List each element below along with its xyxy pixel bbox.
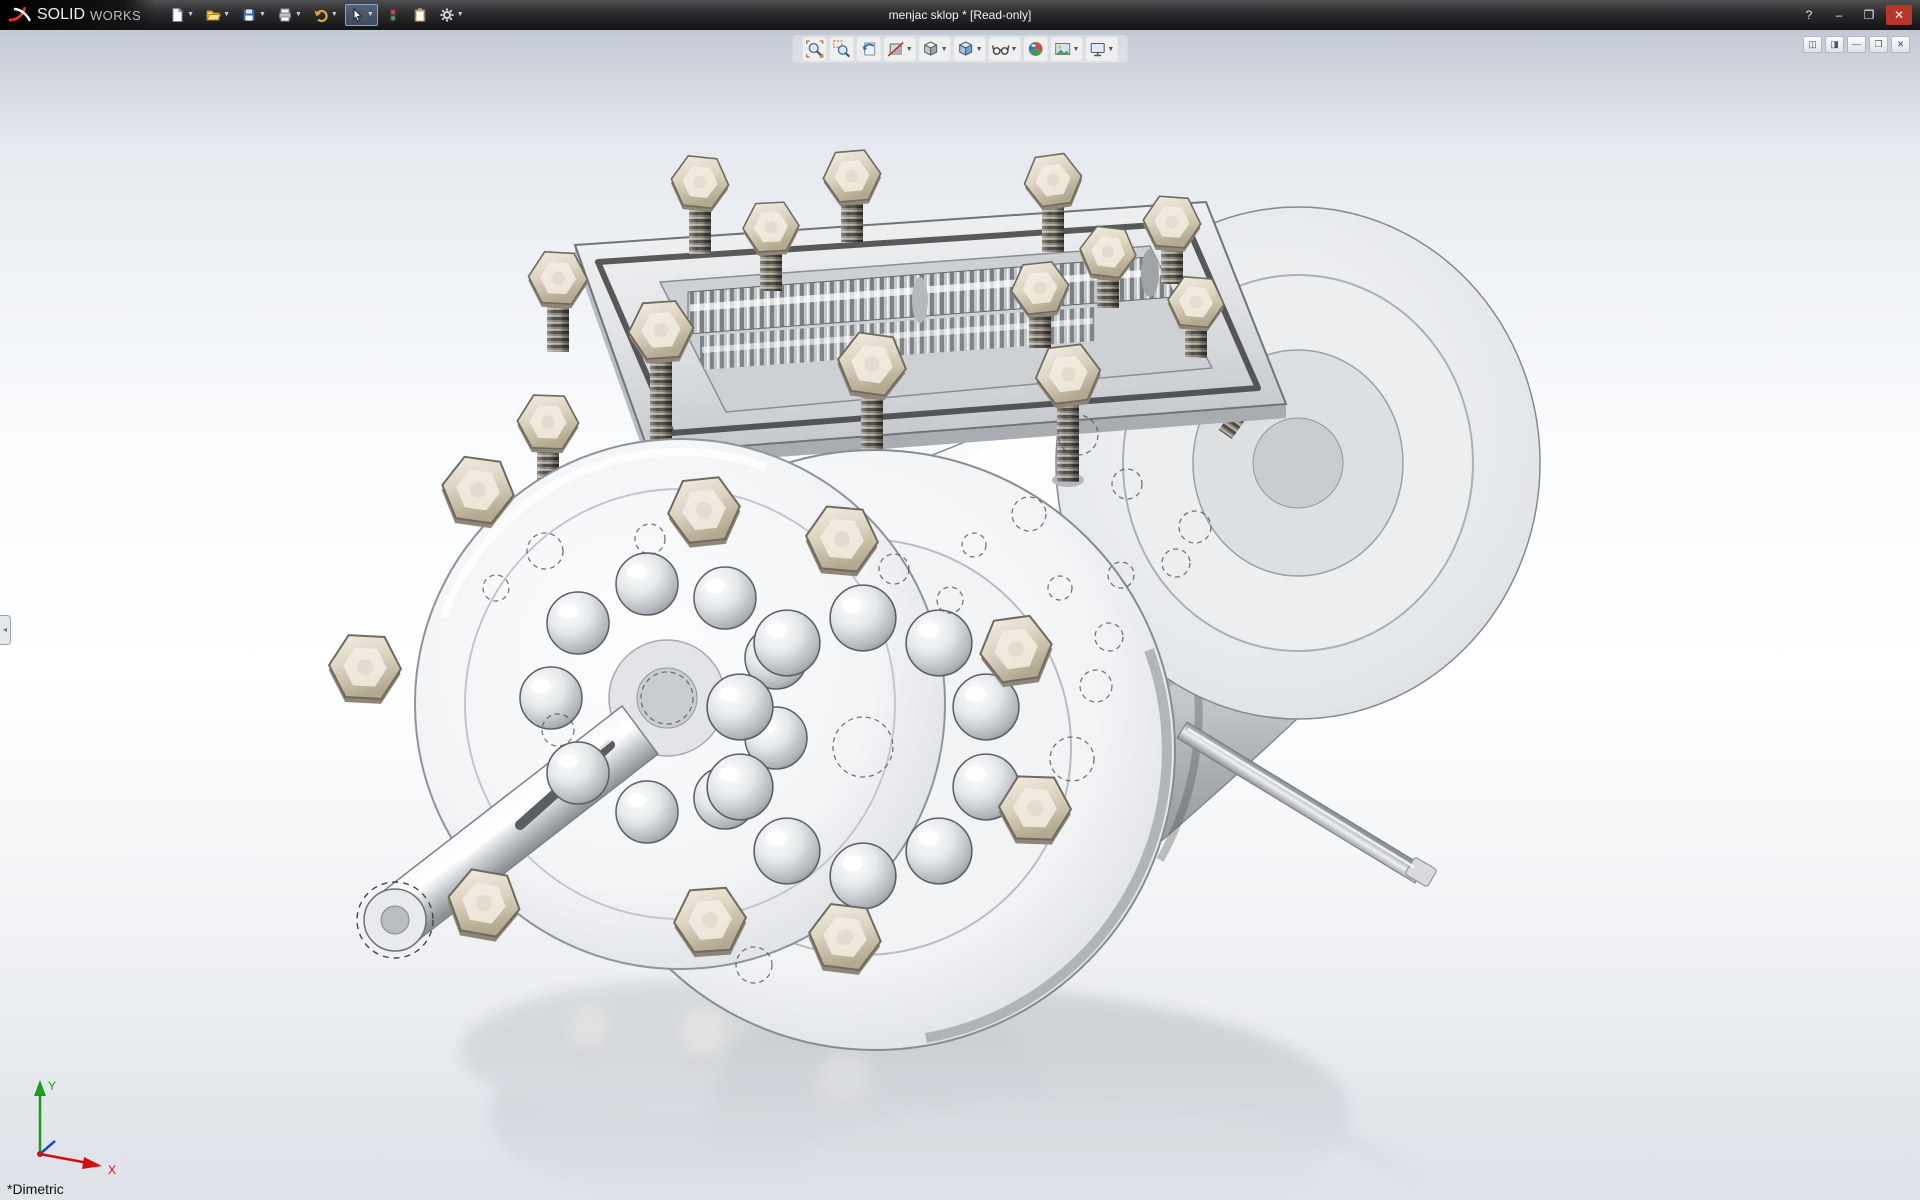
dropdown-caret: ▼ xyxy=(1011,46,1018,53)
rebuild-button[interactable] xyxy=(381,4,405,26)
document-window-controls: ◫ ◨ — ❐ ✕ xyxy=(1803,36,1910,53)
help-button[interactable]: ? xyxy=(1796,5,1822,25)
zoom-to-fit-icon xyxy=(806,40,824,58)
close-button[interactable]: ✕ xyxy=(1886,5,1912,25)
restore-button[interactable]: ❐ xyxy=(1856,5,1882,25)
print-button[interactable]: ▼ xyxy=(273,4,306,26)
scene-photo-icon xyxy=(1053,40,1071,58)
zoom-to-fit-button[interactable] xyxy=(803,37,827,61)
view-settings-icon xyxy=(1088,40,1106,58)
dropdown-caret: ▼ xyxy=(367,11,374,19)
solidworks-logo: SOLID WORKS xyxy=(0,0,155,30)
appearance-ball-icon xyxy=(1026,40,1044,58)
dropdown-caret: ▼ xyxy=(295,11,302,19)
section-view-button[interactable]: ▼ xyxy=(884,37,916,61)
dropdown-caret: ▼ xyxy=(187,11,194,19)
dropdown-caret: ▼ xyxy=(906,46,913,53)
dropdown-caret: ▼ xyxy=(259,11,266,19)
new-document-button[interactable]: ▼ xyxy=(165,4,198,26)
show-display-pane-button[interactable]: ◫ xyxy=(1803,36,1822,53)
restore-document-button[interactable]: ❐ xyxy=(1869,36,1888,53)
y-axis-arrow xyxy=(34,1080,46,1096)
dropdown-caret: ▼ xyxy=(457,11,464,19)
dropdown-caret: ▼ xyxy=(976,46,983,53)
clipboard-icon xyxy=(412,7,428,23)
apply-scene-button[interactable]: ▼ xyxy=(1050,37,1082,61)
undo-button[interactable]: ▼ xyxy=(309,4,342,26)
gear-icon xyxy=(439,7,455,23)
open-folder-icon xyxy=(205,7,221,23)
eyeglasses-icon xyxy=(992,40,1010,58)
new-document-icon xyxy=(169,7,185,23)
window-controls: ? – ❐ ✕ xyxy=(1796,5,1920,25)
undo-icon xyxy=(313,7,329,23)
y-axis-label: Y xyxy=(48,1079,56,1093)
heads-up-view-toolbar: ▼ ▼ ▼ xyxy=(793,35,1128,63)
dropdown-caret: ▼ xyxy=(1072,46,1079,53)
x-axis-arrow xyxy=(82,1157,102,1169)
view-orientation-label: *Dimetric xyxy=(7,1181,64,1197)
open-button[interactable]: ▼ xyxy=(201,4,234,26)
dropdown-caret: ▼ xyxy=(941,46,948,53)
rebuild-traffic-light-icon xyxy=(385,7,401,23)
save-icon xyxy=(241,7,257,23)
output-shaft[interactable] xyxy=(1177,722,1437,887)
dropdown-caret: ▼ xyxy=(223,11,230,19)
hide-show-items-button[interactable]: ▼ xyxy=(989,37,1021,61)
zoom-to-area-button[interactable] xyxy=(830,37,854,61)
minimize-document-button[interactable]: — xyxy=(1847,36,1866,53)
file-properties-button[interactable] xyxy=(408,4,432,26)
select-cursor-icon xyxy=(349,7,365,23)
display-style-button[interactable]: ▼ xyxy=(954,37,986,61)
brand-solid: SOLID xyxy=(37,6,85,24)
dropdown-caret: ▼ xyxy=(331,11,338,19)
previous-view-button[interactable] xyxy=(857,37,881,61)
reference-triad: Y X xyxy=(12,1066,132,1176)
show-feature-pane-button[interactable]: ◨ xyxy=(1825,36,1844,53)
dropdown-caret: ▼ xyxy=(1107,46,1114,53)
reflection-fade xyxy=(0,1030,1920,1200)
main-toolbar: ▼ ▼ ▼ ▼ ▼ xyxy=(155,4,468,26)
previous-view-icon xyxy=(860,40,878,58)
view-orientation-cube-icon xyxy=(922,40,940,58)
minimize-button[interactable]: – xyxy=(1826,5,1852,25)
save-button[interactable]: ▼ xyxy=(237,4,270,26)
graphics-area[interactable]: ▼ ▼ ▼ xyxy=(0,30,1920,1200)
gearbox-assembly-model[interactable] xyxy=(0,30,1920,1200)
zoom-to-area-icon xyxy=(833,40,851,58)
section-view-icon xyxy=(887,40,905,58)
close-document-button[interactable]: ✕ xyxy=(1891,36,1910,53)
ds-logo-icon xyxy=(8,6,32,24)
window-title: menjac sklop * [Read-only] xyxy=(889,0,1032,30)
brand-works: WORKS xyxy=(90,8,141,23)
display-style-icon xyxy=(957,40,975,58)
edit-appearance-button[interactable] xyxy=(1023,37,1047,61)
x-axis-label: X xyxy=(108,1163,116,1176)
view-settings-button[interactable]: ▼ xyxy=(1085,37,1117,61)
title-bar: SOLID WORKS ▼ ▼ ▼ xyxy=(0,0,1920,30)
select-button[interactable]: ▼ xyxy=(345,4,378,26)
view-orientation-button[interactable]: ▼ xyxy=(919,37,951,61)
print-icon xyxy=(277,7,293,23)
options-button[interactable]: ▼ xyxy=(435,4,468,26)
feature-pane-collapsed-tab[interactable]: ◂ xyxy=(0,615,11,645)
